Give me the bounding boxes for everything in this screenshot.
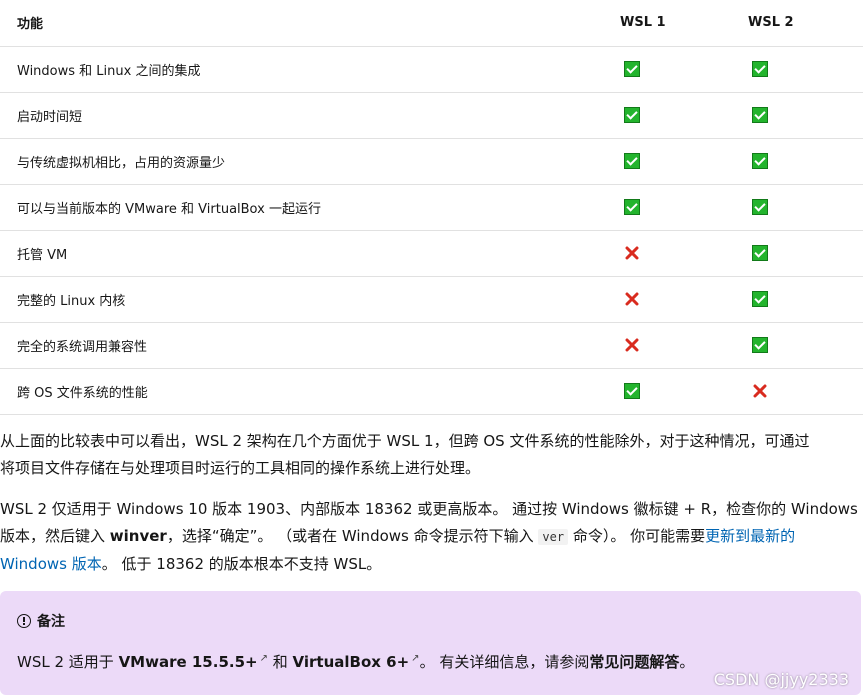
virtualbox-link[interactable]: VirtualBox 6+: [293, 653, 410, 671]
faq-link[interactable]: 常见问题解答: [589, 653, 679, 671]
wsl1-support-cell: [603, 92, 731, 139]
external-link-icon: ↗: [259, 653, 268, 664]
wsl2-support-cell: [731, 46, 863, 93]
check-mark-icon: [752, 291, 768, 307]
check-mark-icon: [624, 107, 640, 123]
wsl2-support-cell: [731, 368, 863, 415]
check-mark-icon: [752, 245, 768, 261]
table-row: 托管 VM: [0, 230, 863, 277]
feature-cell: 完整的 Linux 内核: [0, 276, 603, 323]
table-row: 完整的 Linux 内核: [0, 276, 863, 323]
wsl2-support-cell: [731, 322, 863, 369]
watermark: CSDN @jjyy2333: [713, 670, 849, 689]
check-mark-icon: [752, 107, 768, 123]
table-row: 可以与当前版本的 VMware 和 VirtualBox 一起运行: [0, 184, 863, 231]
table-row: Windows 和 Linux 之间的集成: [0, 46, 863, 93]
feature-cell: 与传统虚拟机相比，占用的资源量少: [0, 138, 603, 185]
table-row: 完全的系统调用兼容性: [0, 322, 863, 369]
wsl2-support-cell: [731, 138, 863, 185]
check-mark-icon: [752, 199, 768, 215]
ver-command: ver: [538, 529, 569, 545]
check-mark-icon: [752, 337, 768, 353]
update-windows-link[interactable]: 更新到最新的: [705, 527, 795, 545]
feature-cell: 跨 OS 文件系统的性能: [0, 368, 603, 415]
cross-mark-icon: [752, 384, 768, 399]
check-mark-icon: [752, 153, 768, 169]
feature-cell: Windows 和 Linux 之间的集成: [0, 46, 603, 93]
header-wsl1: WSL 1: [603, 0, 731, 47]
cross-mark-icon: [624, 246, 640, 261]
table-row: 跨 OS 文件系统的性能: [0, 368, 863, 415]
wsl1-support-cell: [603, 368, 731, 415]
vmware-link[interactable]: VMware 15.5.5+: [119, 653, 258, 671]
winver-command: winver: [109, 527, 167, 545]
requirements-paragraph: WSL 2 仅适用于 Windows 10 版本 1903、内部版本 18362…: [0, 500, 858, 573]
cross-mark-icon: [624, 338, 640, 353]
check-mark-icon: [624, 61, 640, 77]
header-feature: 功能: [0, 0, 603, 47]
wsl1-support-cell: [603, 322, 731, 369]
update-windows-link-cont[interactable]: Windows 版本: [0, 555, 102, 573]
wsl2-support-cell: [731, 184, 863, 231]
note-title: 备注: [37, 614, 65, 630]
wsl1-support-cell: [603, 138, 731, 185]
wsl2-support-cell: [731, 92, 863, 139]
feature-cell: 可以与当前版本的 VMware 和 VirtualBox 一起运行: [0, 184, 603, 231]
feature-cell: 完全的系统调用兼容性: [0, 322, 603, 369]
cross-mark-icon: [624, 292, 640, 307]
table-header-row: 功能 WSL 1 WSL 2: [0, 0, 863, 47]
wsl1-support-cell: [603, 230, 731, 277]
comparison-table: 功能 WSL 1 WSL 2 Windows 和 Linux 之间的集成 启动时间…: [0, 0, 863, 415]
wsl2-support-cell: [731, 276, 863, 323]
note-body: WSL 2 适用于 VMware 15.5.5+ ↗ 和 VirtualBox 6…: [17, 653, 695, 671]
info-circle-icon: [17, 614, 31, 628]
external-link-icon: ↗: [411, 653, 420, 664]
table-row: 与传统虚拟机相比，占用的资源量少: [0, 138, 863, 185]
wsl2-support-cell: [731, 230, 863, 277]
check-mark-icon: [752, 61, 768, 77]
comparison-summary-paragraph: 从上面的比较表中可以看出，WSL 2 架构在几个方面优于 WSL 1，但跨 OS…: [0, 432, 810, 477]
wsl1-support-cell: [603, 46, 731, 93]
table-row: 启动时间短: [0, 92, 863, 139]
check-mark-icon: [624, 383, 640, 399]
header-wsl2: WSL 2: [731, 0, 863, 47]
check-mark-icon: [624, 199, 640, 215]
check-mark-icon: [624, 153, 640, 169]
feature-cell: 托管 VM: [0, 230, 603, 277]
wsl1-support-cell: [603, 276, 731, 323]
feature-cell: 启动时间短: [0, 92, 603, 139]
wsl1-support-cell: [603, 184, 731, 231]
